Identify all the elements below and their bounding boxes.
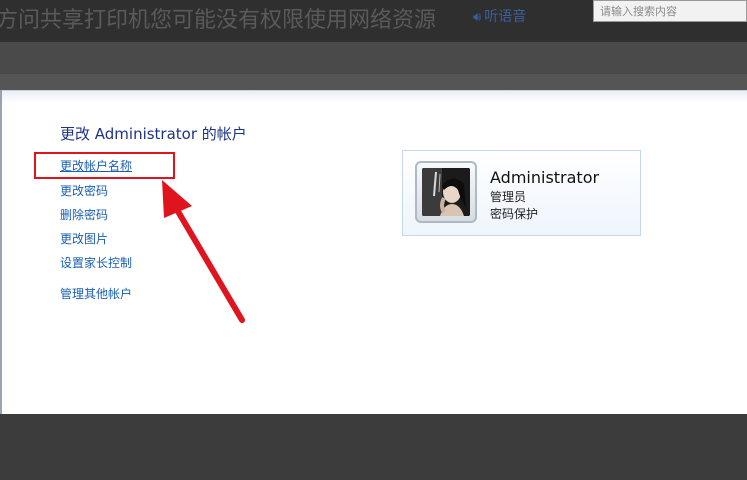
background-bottom <box>0 414 747 480</box>
user-name: Administrator <box>490 168 600 187</box>
parental-controls-link[interactable]: 设置家长控制 <box>60 254 132 271</box>
user-role: 管理员 <box>490 190 527 204</box>
speaker-icon: 🔊︎ <box>473 10 482 25</box>
toolbar-band <box>0 42 747 74</box>
window-top-strip <box>2 91 747 103</box>
remove-password-link[interactable]: 删除密码 <box>60 206 108 223</box>
user-picture <box>422 168 470 216</box>
search-input[interactable] <box>593 0 747 22</box>
password-status: 密码保护 <box>490 207 539 221</box>
page-header: 方问共享打印机您可能没有权限使用网络资源 🔊︎ 听语音 <box>0 0 747 42</box>
avatar <box>415 161 477 223</box>
toolbar-band-lower <box>0 74 747 90</box>
listen-button[interactable]: 🔊︎ 听语音 <box>473 6 526 26</box>
listen-label: 听语音 <box>484 9 527 25</box>
change-password-link[interactable]: 更改密码 <box>60 182 108 199</box>
panel-title: 更改 Administrator 的帐户 <box>60 125 247 143</box>
user-account-card: Administrator 管理员 密码保护 <box>402 150 641 236</box>
change-picture-link[interactable]: 更改图片 <box>60 230 108 247</box>
annotation-arrow-icon <box>162 180 245 323</box>
user-photo-icon <box>422 168 470 216</box>
annotation-highlight-box <box>34 152 175 179</box>
window-left-edge <box>0 90 2 414</box>
page-title: 方问共享打印机您可能没有权限使用网络资源 <box>0 8 437 33</box>
manage-other-accounts-link[interactable]: 管理其他帐户 <box>60 285 132 302</box>
